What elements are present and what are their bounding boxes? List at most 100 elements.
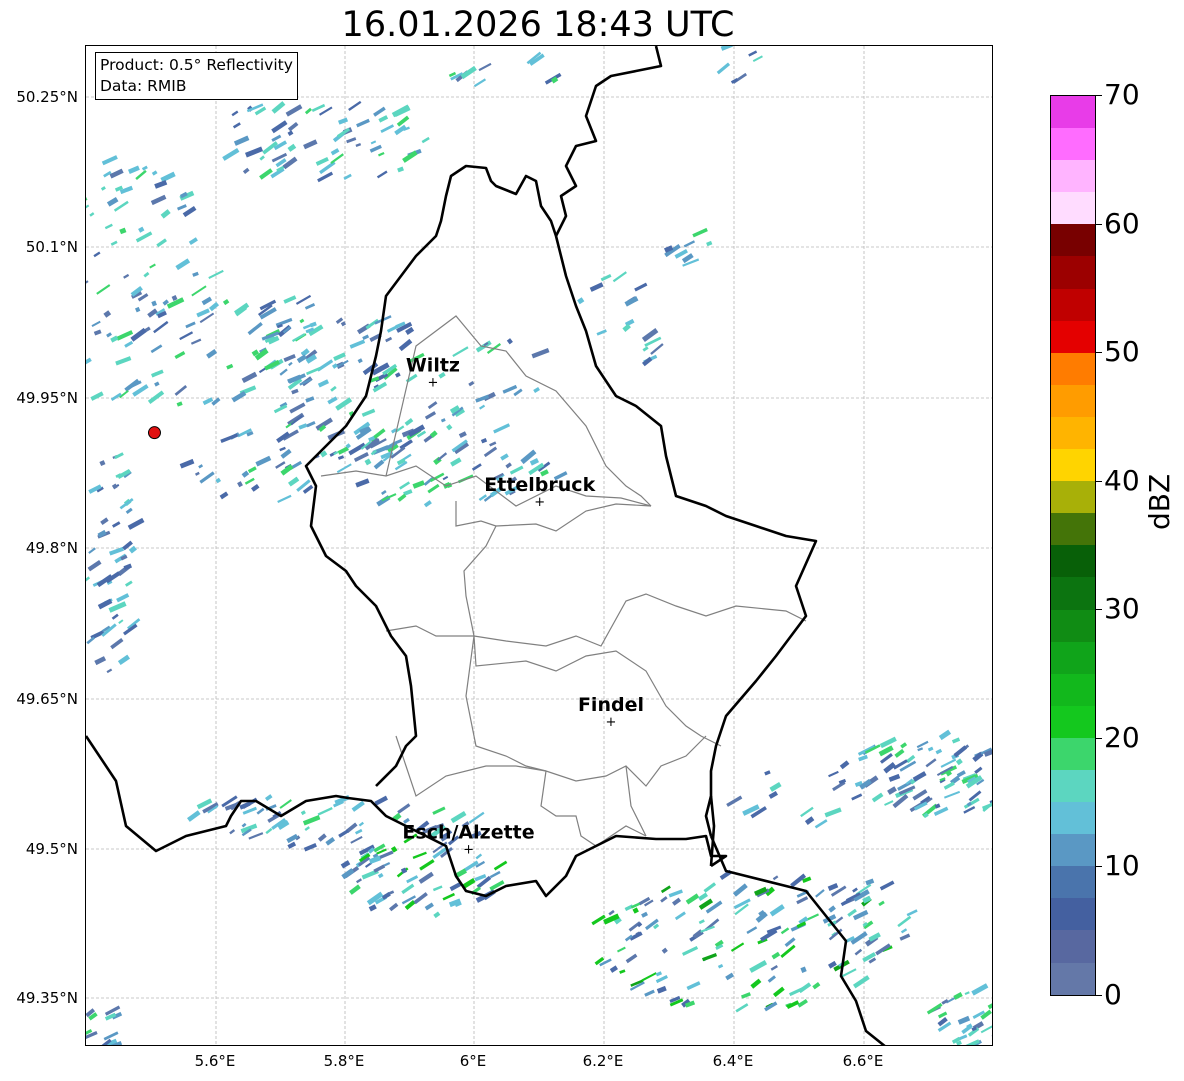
echo-cell [383, 862, 391, 867]
echo-cell [149, 263, 156, 269]
echo-cell [369, 144, 382, 153]
echo-cell [440, 418, 446, 423]
echo-cell [418, 871, 434, 884]
echo-cell [730, 942, 745, 952]
echo-cell [86, 576, 91, 583]
echo-cell [317, 833, 327, 842]
colorbar-segment [1051, 96, 1095, 129]
echo-cell [279, 368, 288, 376]
colorbar-tick [1096, 352, 1102, 354]
echo-cell [480, 438, 488, 444]
data-source-label: Data: RMIB [100, 77, 187, 95]
echo-cell [432, 806, 446, 815]
echo-cell [147, 390, 165, 405]
echo-cell [118, 619, 124, 624]
echo-cell [106, 668, 113, 674]
colorbar-tick-label: 20 [1104, 720, 1140, 754]
colorbar-segment [1051, 384, 1095, 417]
echo-cell [358, 821, 364, 827]
echo-cell [271, 120, 288, 134]
echo-cell [303, 842, 317, 852]
echo-cell [174, 351, 186, 359]
echo-cell [116, 593, 130, 603]
echo-cell [589, 282, 604, 292]
echo-cell [609, 965, 618, 973]
echo-cell [103, 310, 112, 318]
echo-cell [489, 441, 497, 447]
echo-cell [291, 388, 299, 395]
echo-cell [100, 517, 109, 525]
echo-cell [899, 933, 911, 941]
echo-cell [772, 986, 785, 998]
echo-cell [772, 875, 779, 881]
echo-cell [789, 985, 807, 997]
echo-cell [362, 334, 370, 340]
colorbar-segment [1051, 320, 1095, 353]
echo-cell [289, 402, 306, 414]
colorbar-segment [1051, 288, 1095, 321]
echo-cell [644, 989, 655, 997]
echo-cell [716, 62, 731, 75]
echo-cell [483, 446, 498, 458]
echo-cell [427, 483, 440, 494]
colorbar-tick-label: 0 [1104, 978, 1122, 1011]
echo-cell [233, 135, 250, 146]
echo-cell [91, 320, 101, 327]
echo-cell [879, 880, 895, 891]
echo-cell [381, 489, 387, 496]
echo-cell [156, 238, 167, 248]
colorbar-tick [1096, 737, 1102, 739]
echo-cell [247, 322, 263, 336]
echo-cell [500, 453, 509, 461]
echo-cell [373, 864, 386, 873]
echo-cell [86, 204, 90, 212]
echo-cell [938, 729, 952, 741]
echo-cell [656, 985, 667, 994]
echo-cell [851, 793, 863, 801]
echo-cell [397, 493, 407, 502]
echo-cell [471, 463, 482, 471]
echo-cell [96, 284, 111, 295]
echo-cell [248, 832, 264, 840]
echo-cell [944, 790, 961, 799]
echo-cell [134, 306, 141, 313]
echo-cell [706, 240, 713, 247]
echo-cell [596, 329, 607, 336]
echo-cell [279, 446, 286, 452]
echo-cell [311, 103, 326, 113]
echo-cell [513, 388, 523, 397]
echo-cell [871, 792, 884, 803]
echo-cell [531, 348, 550, 359]
echo-cell [127, 517, 145, 530]
city-name: Wiltz [406, 355, 460, 377]
echo-cell [642, 356, 653, 367]
echo-cell [397, 166, 404, 173]
echo-cell [188, 237, 198, 245]
echo-cell [143, 271, 150, 278]
echo-cell [251, 483, 260, 492]
latitude-label: 49.8°N [25, 539, 78, 557]
echo-cell [735, 1003, 749, 1013]
echo-cell [304, 303, 316, 310]
echo-cell [86, 280, 89, 285]
echo-cell [277, 494, 292, 503]
colorbar-segment [1051, 545, 1095, 578]
colorbar-tick [1096, 223, 1102, 225]
echo-cell [800, 806, 814, 818]
echo-cell [460, 65, 477, 80]
echo-cell [740, 992, 751, 999]
echo-cell [493, 860, 508, 871]
colorbar-tick [1096, 480, 1102, 482]
echo-cell [231, 110, 239, 117]
colorbar-segment [1051, 930, 1095, 963]
echo-cell [752, 55, 763, 62]
echo-cell [111, 521, 121, 528]
echo-cell [99, 460, 106, 467]
echo-cell [106, 332, 112, 338]
colorbar-tick [1096, 995, 1102, 996]
city-ettelbruck: +Ettelbruck [484, 474, 595, 510]
echo-cell [94, 656, 107, 666]
echo-cell [401, 883, 415, 895]
echo-cell [624, 296, 639, 307]
echo-cell [86, 357, 92, 367]
